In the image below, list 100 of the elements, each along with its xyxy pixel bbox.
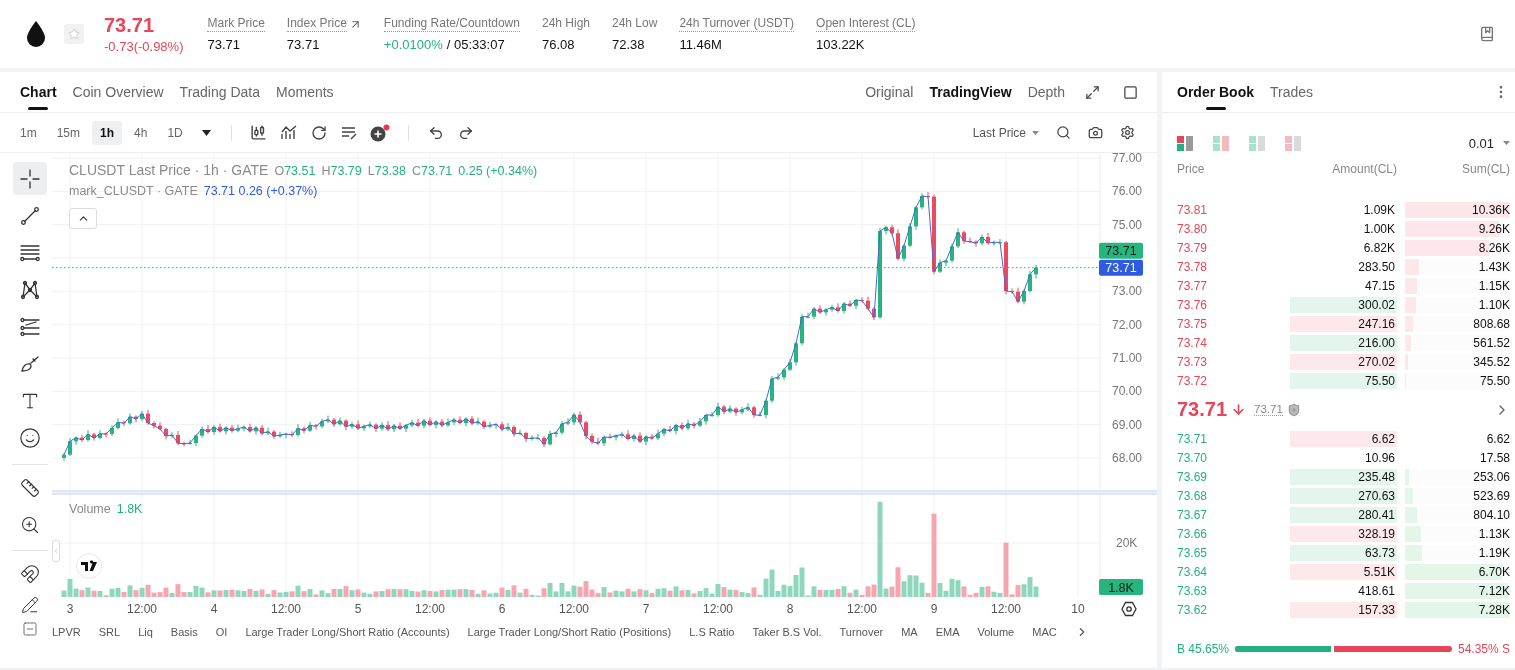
- order-amount: 280.41: [1290, 506, 1397, 523]
- order-amount: 63.73: [1290, 544, 1397, 561]
- order-amount: 1.09K: [1362, 201, 1396, 218]
- order-sum: 7.12K: [1478, 583, 1510, 598]
- time-axis-label: 12:00: [415, 602, 445, 616]
- ohlc-value: 73.51: [284, 164, 316, 178]
- time-axis-label: 6: [498, 602, 506, 616]
- order-amount: 283.50: [1357, 258, 1396, 275]
- order-sum: 7.28K: [1478, 602, 1510, 617]
- order-amount: 235.48: [1290, 468, 1397, 485]
- order-amount: 75.50: [1290, 372, 1397, 389]
- time-axis-label: 12:00: [559, 602, 589, 616]
- order-sum: 808.68: [1473, 316, 1510, 331]
- order-sum: 804.10: [1473, 507, 1510, 522]
- order-sum: 17.58: [1479, 450, 1510, 465]
- ohlc-value: 73.38: [374, 164, 406, 178]
- order-price: 73.68: [1177, 488, 1209, 503]
- price-axis-label: 68.00: [1112, 451, 1143, 465]
- last-price-tag: 73.71: [1099, 242, 1143, 259]
- column-header: Price: [1177, 162, 1206, 176]
- time-axis-label: 7: [642, 602, 650, 616]
- order-amount: 47.15: [1363, 277, 1396, 294]
- time-axis-label: 4: [210, 602, 218, 616]
- price-axis-label: 71.00: [1112, 351, 1143, 365]
- volume-axis-label: 20K: [1116, 536, 1138, 550]
- order-price: 73.76: [1177, 297, 1209, 312]
- order-sum: 1.19K: [1478, 545, 1510, 560]
- price-change: -0.73(-0.98%): [104, 39, 184, 54]
- time-axis-label: 3: [66, 602, 74, 616]
- mid-price: 73.71: [1177, 398, 1228, 421]
- price-axis-label: 76.00: [1112, 184, 1143, 199]
- order-amount: 6.82K: [1362, 239, 1396, 256]
- time-axis-label: 10: [1071, 602, 1085, 616]
- order-price: 73.67: [1177, 507, 1209, 522]
- ohlc-label: C: [412, 164, 422, 178]
- order-sum: 6.70K: [1478, 564, 1510, 579]
- price-axis-label: 75.00: [1112, 217, 1143, 232]
- order-amount: 6.62: [1290, 430, 1397, 447]
- order-sum: 6.62: [1486, 431, 1510, 446]
- mark-price-tag: 73.71: [1099, 259, 1143, 276]
- order-price: 73.64: [1177, 564, 1209, 579]
- price-axis-label: 77.00: [1112, 153, 1143, 165]
- order-price: 73.74: [1177, 335, 1209, 350]
- column-header: Amount(CL): [1331, 162, 1397, 176]
- stat-value: 76.08: [541, 37, 575, 52]
- price-change-value: 0.25 (+0.34%): [458, 164, 538, 178]
- order-amount: 157.33: [1290, 601, 1397, 618]
- order-sum: 1.10K: [1478, 297, 1510, 312]
- order-price: 73.77: [1177, 278, 1209, 293]
- order-sum: 9.26K: [1478, 221, 1510, 236]
- order-price: 73.80: [1177, 221, 1209, 236]
- order-sum: 253.06: [1473, 469, 1510, 484]
- stat-value: 103.22K: [816, 37, 865, 52]
- chart-title: CLUSDT Last Price · 1h · GATE: [69, 162, 269, 178]
- order-price: 73.71: [1177, 431, 1209, 446]
- stat-label: Funding Rate/Countdown: [383, 16, 520, 32]
- stat-label: 24h Low: [612, 16, 658, 32]
- buy-ratio: B 45.65%: [1177, 642, 1230, 656]
- order-amount: 270.63: [1290, 487, 1397, 504]
- column-header: Sum(CL): [1461, 162, 1510, 176]
- sell-ratio: 54.35% S: [1457, 642, 1510, 656]
- stat-label: 24h Turnover (USDT): [679, 16, 795, 32]
- order-sum: 523.69: [1473, 488, 1510, 503]
- time-axis-label: 12:00: [847, 602, 877, 616]
- order-amount: 300.02: [1290, 296, 1397, 313]
- order-sum: 1.15K: [1478, 278, 1510, 293]
- order-amount: 247.16: [1290, 315, 1397, 332]
- time-axis-label: 12:00: [127, 602, 157, 616]
- order-sum: 561.52: [1473, 335, 1510, 350]
- order-amount: 5.51K: [1290, 563, 1397, 580]
- price-axis-label: 72.00: [1112, 317, 1143, 332]
- order-amount: 270.02: [1290, 353, 1397, 370]
- stat-value: 11.46M: [679, 37, 722, 52]
- time-axis-label: 9: [930, 602, 938, 616]
- order-sum: 10.36K: [1471, 202, 1510, 217]
- ohlc-label: L: [367, 164, 375, 178]
- order-price: 73.62: [1177, 602, 1209, 617]
- price-axis-label: 73.00: [1112, 284, 1143, 299]
- order-sum: 345.52: [1473, 354, 1510, 369]
- order-price: 73.70: [1177, 450, 1209, 465]
- order-price: 73.63: [1177, 583, 1209, 598]
- stat-label: 24h High: [541, 16, 590, 32]
- order-price: 73.69: [1177, 469, 1209, 484]
- order-sum: 1.13K: [1478, 526, 1510, 541]
- order-amount: 1.00K: [1362, 220, 1396, 237]
- order-sum: 8.26K: [1478, 240, 1510, 255]
- stat-label: Open Interest (CL): [816, 16, 916, 32]
- stat-label: Index Price: [286, 16, 347, 32]
- order-price: 73.79: [1177, 240, 1209, 255]
- ohlc-label: O: [274, 164, 285, 178]
- price-axis-label: 69.00: [1112, 417, 1143, 432]
- order-price: 73.78: [1177, 259, 1209, 274]
- order-price: 73.72: [1177, 373, 1209, 388]
- ohlc-label: H: [321, 164, 331, 178]
- order-amount: 10.96: [1363, 449, 1396, 466]
- time-axis-label: 5: [354, 602, 362, 616]
- order-price: 73.75: [1177, 316, 1209, 331]
- order-amount: 418.61: [1357, 582, 1396, 599]
- price-axis-label: 70.00: [1112, 384, 1143, 399]
- order-price: 73.81: [1177, 202, 1209, 217]
